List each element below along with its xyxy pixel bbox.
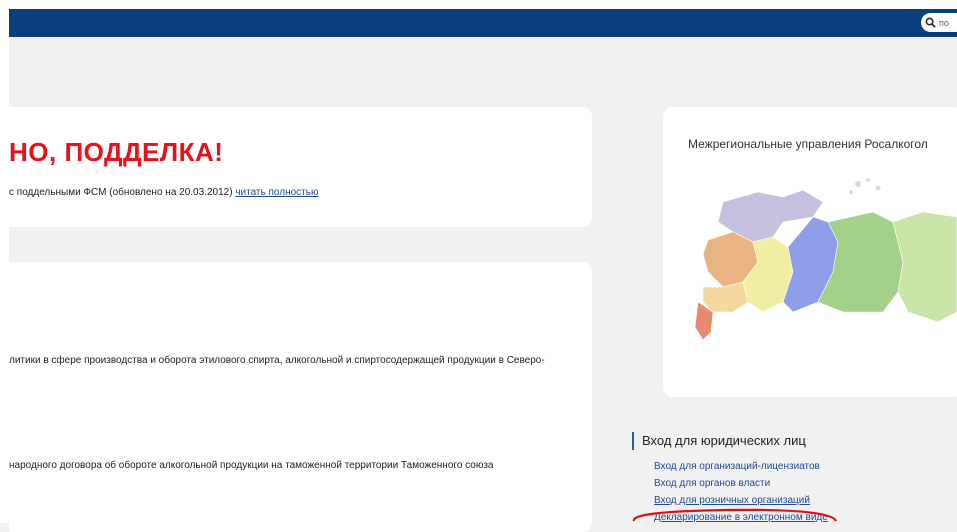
news-item-2: народного договора об обороте алкогольно… xyxy=(9,460,494,471)
top-strip xyxy=(0,0,957,9)
map-region-far-east[interactable] xyxy=(892,211,957,323)
link-authorities[interactable]: Вход для органов власти xyxy=(654,475,957,492)
top-navigation-bar: по xyxy=(9,9,957,37)
legal-entities-heading: Вход для юридических лиц xyxy=(632,432,957,450)
alert-headline: НО, ПОДДЕЛКА! xyxy=(9,137,224,167)
alert-text-line: с поддельными ФСМ (обновлено на 20.03.20… xyxy=(9,187,318,198)
search-icon xyxy=(925,17,936,28)
search-placeholder: по xyxy=(939,17,949,28)
link-licensees[interactable]: Вход для организаций-лицензиатов xyxy=(654,458,957,475)
left-edge xyxy=(0,9,9,523)
read-more-link[interactable]: читать полностью xyxy=(235,187,318,198)
regional-offices-map-card: Межрегиональные управления Росалкогол xyxy=(663,107,957,397)
russia-regions-map[interactable] xyxy=(663,162,957,377)
news-card: литики в сфере производства и оборота эт… xyxy=(9,262,592,532)
red-annotation-ellipse xyxy=(632,508,838,522)
map-title: Межрегиональные управления Росалкогол xyxy=(688,137,928,151)
search-box[interactable]: по xyxy=(921,13,957,32)
map-region-south[interactable] xyxy=(702,281,749,313)
news-item-1: литики в сфере производства и оборота эт… xyxy=(9,355,545,366)
counterfeit-alert-card: НО, ПОДДЕЛКА! с поддельными ФСМ (обновле… xyxy=(9,107,592,227)
alert-text: с поддельными ФСМ (обновлено на 20.03.20… xyxy=(9,187,233,198)
